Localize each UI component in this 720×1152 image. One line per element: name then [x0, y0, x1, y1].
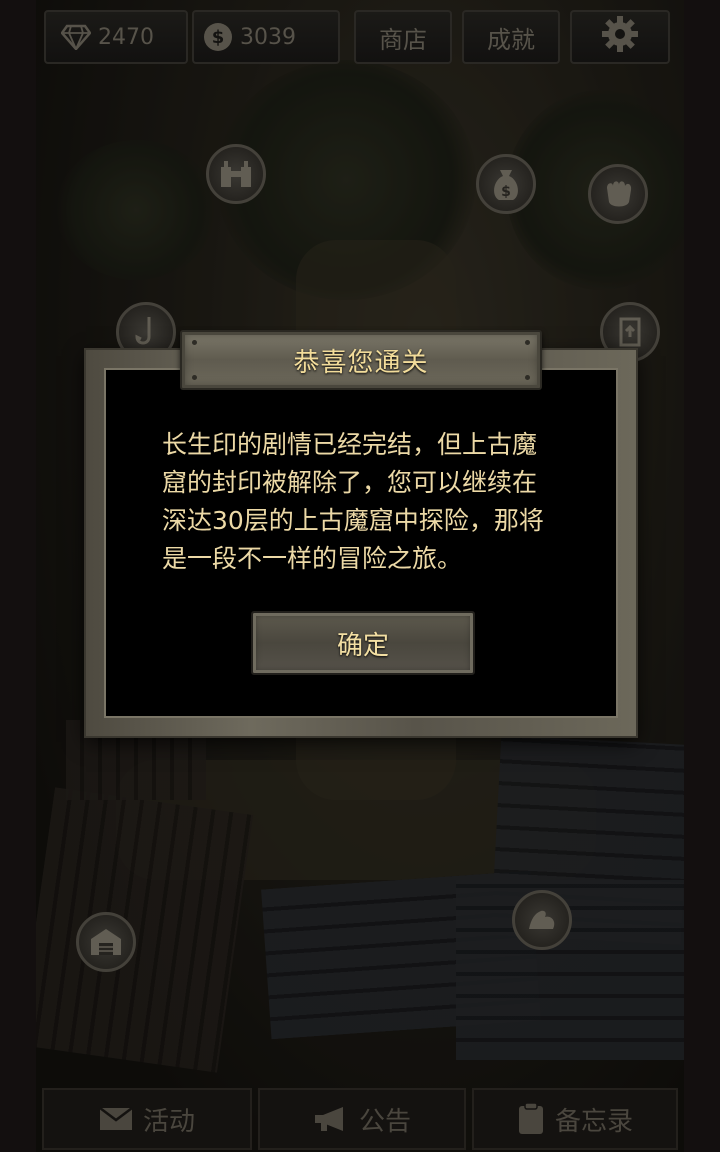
confirm-button[interactable]: 确定	[251, 611, 475, 675]
flexed-arm-icon[interactable]	[512, 890, 572, 950]
notice-label: 公告	[358, 1106, 411, 1137]
memo-label: 备忘录	[554, 1106, 633, 1137]
dialog-title-plate: 恭喜您通关	[180, 330, 542, 390]
svg-text:$: $	[212, 27, 225, 48]
message-line: 是一段不一样的冒险之旅。	[162, 544, 463, 573]
diamond-icon	[60, 21, 92, 53]
message-line: 深达30层的上古魔窟中探险，那将	[162, 506, 544, 535]
notice-button[interactable]: 公告	[258, 1088, 466, 1150]
warehouse-icon[interactable]	[76, 912, 136, 972]
coin-counter: $ 3039	[192, 10, 340, 64]
dialog-message: 长生印的剧情已经完结，但上古魔 窟的封印被解除了，您可以继续在 深达30层的上古…	[162, 426, 572, 578]
settings-button[interactable]	[570, 10, 670, 64]
map-building-icon[interactable]	[206, 144, 266, 204]
money-bag-icon[interactable]: $	[476, 154, 536, 214]
fist-icon[interactable]	[588, 164, 648, 224]
gear-icon	[600, 14, 640, 60]
message-line: 长生印的剧情已经完结，但上古魔	[162, 430, 538, 459]
svg-text:$: $	[501, 184, 511, 200]
megaphone-icon	[313, 1105, 349, 1133]
memo-button[interactable]: 备忘录	[472, 1088, 678, 1150]
message-line: 窟的封印被解除了，您可以继续在	[162, 468, 538, 497]
shop-button[interactable]: 商店	[354, 10, 452, 64]
events-button[interactable]: 活动	[42, 1088, 252, 1150]
bottom-bar: 活动 公告 备忘录	[36, 1084, 684, 1152]
gem-count: 2470	[98, 24, 154, 50]
achievements-button[interactable]: 成就	[462, 10, 560, 64]
achievements-label: 成就	[487, 25, 535, 54]
coin-count: 3039	[240, 24, 296, 50]
shop-label: 商店	[379, 25, 427, 54]
top-bar: 2470 $ 3039 商店 成就	[36, 6, 684, 66]
gem-counter: 2470	[44, 10, 188, 64]
events-label: 活动	[142, 1106, 195, 1137]
dollar-coin-icon: $	[202, 21, 234, 53]
dialog-title: 恭喜您通关	[293, 347, 429, 378]
envelope-icon	[99, 1107, 133, 1131]
confirm-label: 确定	[336, 630, 389, 661]
notepad-icon	[517, 1102, 545, 1136]
